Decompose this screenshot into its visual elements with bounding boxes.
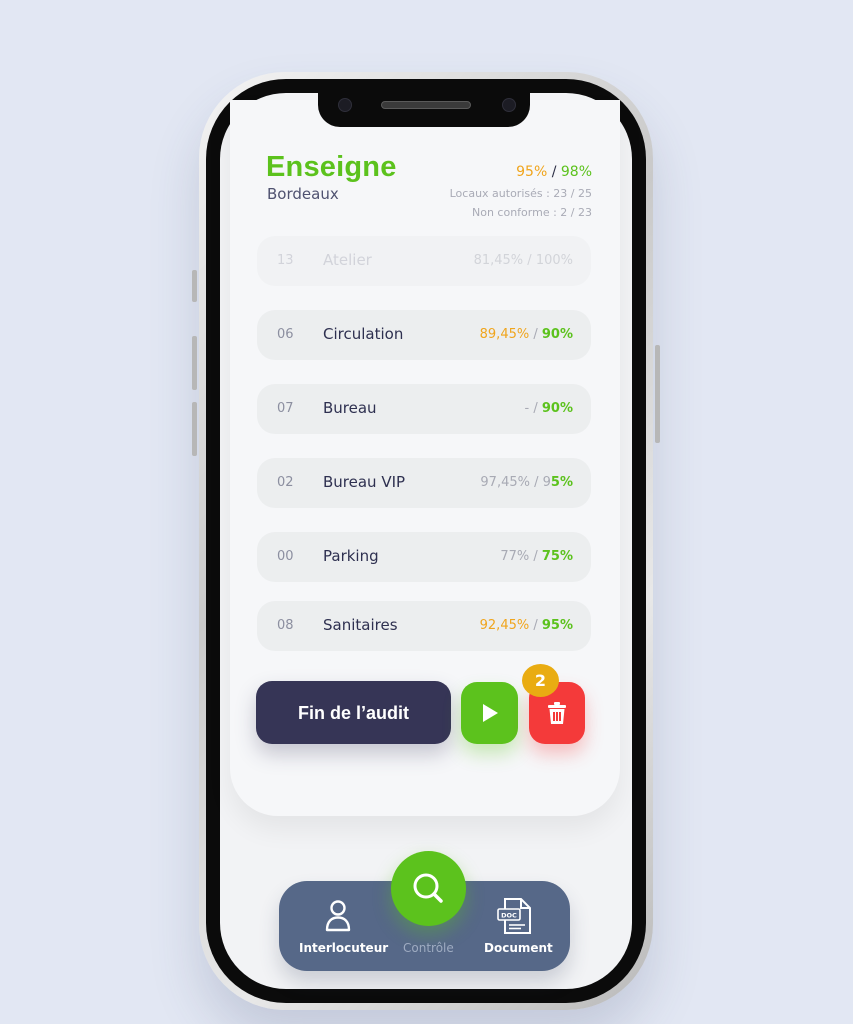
- room-score: 81,45% / 100%: [474, 253, 573, 268]
- authorized-rooms-stat: Locaux autorisés : 23 / 25: [449, 187, 592, 200]
- room-number: 02: [277, 475, 294, 490]
- doc-file-icon: DOC: [497, 898, 531, 934]
- doc-icon-text: DOC: [501, 912, 517, 920]
- room-name: Bureau: [323, 399, 377, 417]
- room-row-bureau[interactable]: 07 Bureau - / 90%: [257, 384, 591, 434]
- phone-camera-right: [502, 98, 516, 112]
- room-score-target: 95%: [541, 618, 573, 633]
- global-score-target: 98%: [560, 164, 592, 180]
- room-score-target: 90%: [541, 327, 573, 342]
- person-icon: [325, 900, 351, 932]
- nav-label-document[interactable]: Document: [484, 941, 553, 955]
- room-score-target: 75%: [541, 549, 573, 564]
- room-score-separator: /: [523, 253, 536, 268]
- room-score-current: 89,45%: [479, 327, 530, 342]
- notification-badge: 2: [522, 664, 559, 697]
- nav-label-controle[interactable]: Contrôle: [403, 941, 454, 955]
- phone-camera-left: [338, 98, 352, 112]
- room-row-circulation[interactable]: 06 Circulation 89,45% / 90%: [257, 310, 591, 360]
- global-score-separator: /: [547, 164, 561, 180]
- room-name: Bureau VIP: [323, 473, 406, 491]
- phone-volume-down: [192, 402, 197, 456]
- play-button[interactable]: [461, 682, 518, 744]
- room-number: 13: [277, 253, 294, 268]
- room-number: 06: [277, 327, 294, 342]
- room-score-separator: /: [529, 475, 543, 490]
- global-score: 95% / 98%: [516, 164, 592, 180]
- room-row-sanitaires[interactable]: 08 Sanitaires 92,45% / 95%: [257, 601, 591, 651]
- nav-item-controle[interactable]: [391, 851, 466, 926]
- room-score-separator: /: [529, 401, 542, 416]
- room-row-atelier[interactable]: 13 Atelier 81,45% / 100%: [257, 236, 591, 286]
- room-score-separator: /: [529, 327, 542, 342]
- room-name: Atelier: [323, 251, 372, 269]
- room-name: Circulation: [323, 325, 404, 343]
- page-title: Enseigne: [266, 151, 397, 183]
- room-score-current: 81,45%: [473, 253, 524, 268]
- play-icon: [483, 704, 498, 722]
- room-number: 00: [277, 549, 294, 564]
- room-row-bureau-vip[interactable]: 02 Bureau VIP 97,45% / 95%: [257, 458, 591, 508]
- phone-silent-switch: [192, 270, 197, 302]
- phone-volume-up: [192, 336, 197, 390]
- room-name: Parking: [323, 547, 379, 565]
- room-score-separator: /: [529, 618, 542, 633]
- room-score: 77% / 75%: [500, 549, 573, 564]
- room-number: 07: [277, 401, 294, 416]
- room-score-target-prefix: 9: [542, 475, 551, 490]
- nav-item-document[interactable]: DOC: [496, 896, 536, 940]
- room-row-parking[interactable]: 00 Parking 77% / 75%: [257, 532, 591, 582]
- room-score-current: 77%: [500, 549, 530, 564]
- room-score-target: 100%: [535, 253, 573, 268]
- nav-label-interlocuteur[interactable]: Interlocuteur: [299, 941, 388, 955]
- room-score: 92,45% / 95%: [480, 618, 573, 633]
- room-score-current: 92,45%: [479, 618, 530, 633]
- room-score: 89,45% / 90%: [480, 327, 573, 342]
- room-score-separator: /: [529, 549, 542, 564]
- nav-item-interlocuteur[interactable]: [320, 897, 356, 937]
- room-score-current: 97,45%: [480, 475, 530, 490]
- room-score-target: 90%: [541, 401, 573, 416]
- room-score: - / 90%: [525, 401, 573, 416]
- phone-power-button: [655, 345, 660, 443]
- non-compliant-stat: Non conforme : 2 / 23: [472, 206, 592, 219]
- global-score-current: 95%: [516, 164, 548, 180]
- search-icon: [413, 873, 443, 903]
- room-score: 97,45% / 95%: [480, 475, 573, 490]
- room-name: Sanitaires: [323, 616, 398, 634]
- location-subtitle: Bordeaux: [267, 185, 339, 203]
- end-audit-button[interactable]: Fin de l’audit: [256, 681, 451, 744]
- room-number: 08: [277, 618, 294, 633]
- phone-speaker: [381, 101, 471, 109]
- room-score-target: 5%: [550, 475, 573, 490]
